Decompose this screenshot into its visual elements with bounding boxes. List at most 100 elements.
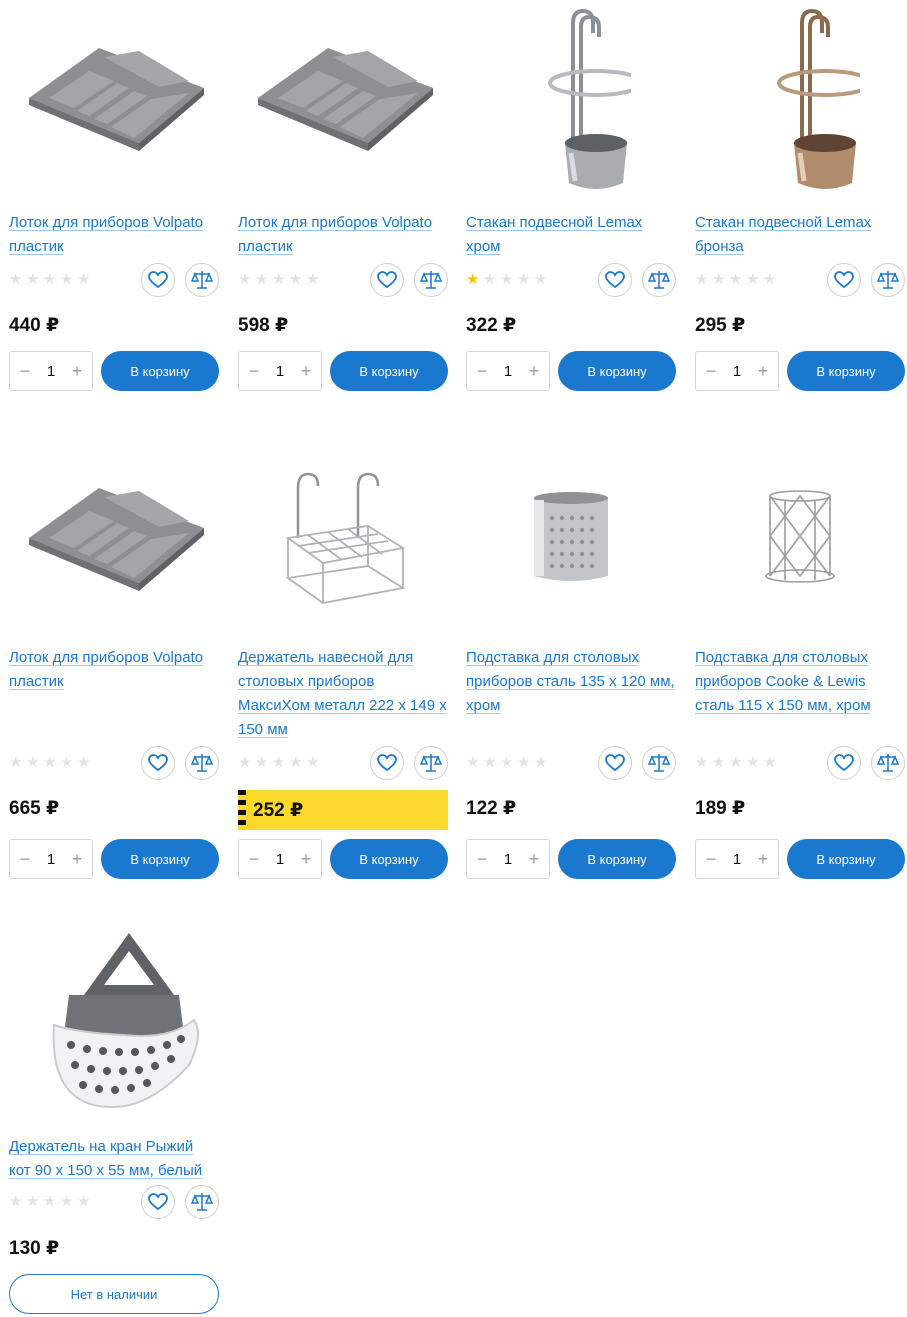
plus-icon[interactable]: + [69,850,85,868]
favorite-button[interactable] [370,263,404,297]
product-card: Подставка для столовых приборов Cooke & … [695,440,905,880]
scales-icon [191,754,213,772]
quantity-stepper[interactable]: − 1 + [9,839,93,879]
promo-price-banner: 252 ₽ [238,790,448,830]
quantity-value[interactable]: 1 [47,851,55,868]
quantity-stepper[interactable]: − 1 + [238,839,322,879]
add-to-cart-button[interactable]: В корзину [558,839,676,879]
compare-button[interactable] [185,1185,219,1219]
compare-button[interactable] [185,746,219,780]
add-to-cart-button[interactable]: В корзину [787,351,905,391]
star-icon: ★ [9,1193,23,1210]
star-icon: ★ [306,271,320,288]
star-icon: ★ [763,754,777,771]
plus-icon[interactable]: + [526,850,542,868]
favorite-button[interactable] [370,746,404,780]
quantity-stepper[interactable]: − 1 + [9,351,93,391]
product-price: 252 ₽ [253,800,304,821]
favorite-button[interactable] [141,746,175,780]
perforated-steel-cup-image [534,491,608,581]
favorite-button[interactable] [141,1185,175,1219]
product-title[interactable]: Держатель на кран Рыжий кот 90 x 150 x 5… [9,1135,219,1183]
add-to-cart-button[interactable]: В корзину [330,351,448,391]
star-icon: ★ [483,754,497,771]
quantity-value[interactable]: 1 [504,851,512,868]
cutlery-tray-image [258,47,433,151]
product-title[interactable]: Стакан подвесной Lemax бронза [695,211,905,259]
plus-icon[interactable]: + [526,362,542,380]
compare-button[interactable] [414,746,448,780]
product-image[interactable] [9,920,219,1120]
quantity-value[interactable]: 1 [47,363,55,380]
product-image[interactable] [466,440,676,635]
minus-icon[interactable]: − [474,362,490,380]
star-icon: ★ [289,754,303,771]
compare-button[interactable] [871,746,905,780]
add-to-cart-button[interactable]: В корзину [558,351,676,391]
add-to-cart-button[interactable]: В корзину [787,839,905,879]
product-title[interactable]: Держатель навесной для столовых приборов… [238,646,448,742]
minus-icon[interactable]: − [703,362,719,380]
wire-rack-holder-image [285,472,406,604]
product-title[interactable]: Подставка для столовых приборов Cooke & … [695,646,905,718]
product-image[interactable] [9,440,219,635]
quantity-stepper[interactable]: − 1 + [238,351,322,391]
quantity-value[interactable]: 1 [733,363,741,380]
product-image[interactable] [466,0,676,195]
scales-icon [191,271,213,289]
quantity-stepper[interactable]: − 1 + [466,839,550,879]
product-title[interactable]: Подставка для столовых приборов сталь 13… [466,646,676,718]
minus-icon[interactable]: − [17,362,33,380]
favorite-button[interactable] [598,263,632,297]
heart-icon [834,271,854,289]
add-to-cart-button[interactable]: В корзину [101,351,219,391]
favorite-button[interactable] [827,263,861,297]
quantity-stepper[interactable]: − 1 + [695,351,779,391]
star-icon: ★ [534,271,548,288]
add-to-cart-button[interactable]: В корзину [101,839,219,879]
product-image[interactable] [238,440,448,635]
out-of-stock-button[interactable]: Нет в наличии [9,1274,219,1314]
star-icon: ★ [238,271,252,288]
minus-icon[interactable]: − [246,362,262,380]
minus-icon[interactable]: − [17,850,33,868]
add-to-cart-button[interactable]: В корзину [330,839,448,879]
compare-button[interactable] [871,263,905,297]
heart-icon [377,754,397,772]
compare-button[interactable] [642,263,676,297]
star-icon: ★ [483,271,497,288]
quantity-stepper[interactable]: − 1 + [695,839,779,879]
plus-icon[interactable]: + [298,362,314,380]
compare-button[interactable] [185,263,219,297]
minus-icon[interactable]: − [703,850,719,868]
product-image[interactable] [9,0,219,195]
product-price: 130 ₽ [9,1238,60,1259]
minus-icon[interactable]: − [246,850,262,868]
product-title[interactable]: Лоток для приборов Volpato пластик [238,211,448,259]
heart-icon [148,271,168,289]
quantity-value[interactable]: 1 [504,363,512,380]
plus-icon[interactable]: + [755,362,771,380]
star-icon: ★ [77,271,91,288]
star-icon: ★ [534,754,548,771]
quantity-value[interactable]: 1 [733,851,741,868]
product-title[interactable]: Стакан подвесной Lemax хром [466,211,676,259]
quantity-value[interactable]: 1 [276,851,284,868]
minus-icon[interactable]: − [474,850,490,868]
quantity-value[interactable]: 1 [276,363,284,380]
product-image[interactable] [695,0,905,195]
product-title[interactable]: Лоток для приборов Volpato пластик [9,211,219,259]
product-image[interactable] [695,440,905,635]
product-image[interactable] [238,0,448,195]
favorite-button[interactable] [141,263,175,297]
plus-icon[interactable]: + [755,850,771,868]
compare-button[interactable] [642,746,676,780]
favorite-button[interactable] [598,746,632,780]
compare-button[interactable] [414,263,448,297]
plus-icon[interactable]: + [69,362,85,380]
quantity-stepper[interactable]: − 1 + [466,351,550,391]
plus-icon[interactable]: + [298,850,314,868]
favorite-button[interactable] [827,746,861,780]
rating-stars: ★ ★ ★ ★ ★ [466,755,549,771]
product-title[interactable]: Лоток для приборов Volpato пластик [9,646,219,694]
